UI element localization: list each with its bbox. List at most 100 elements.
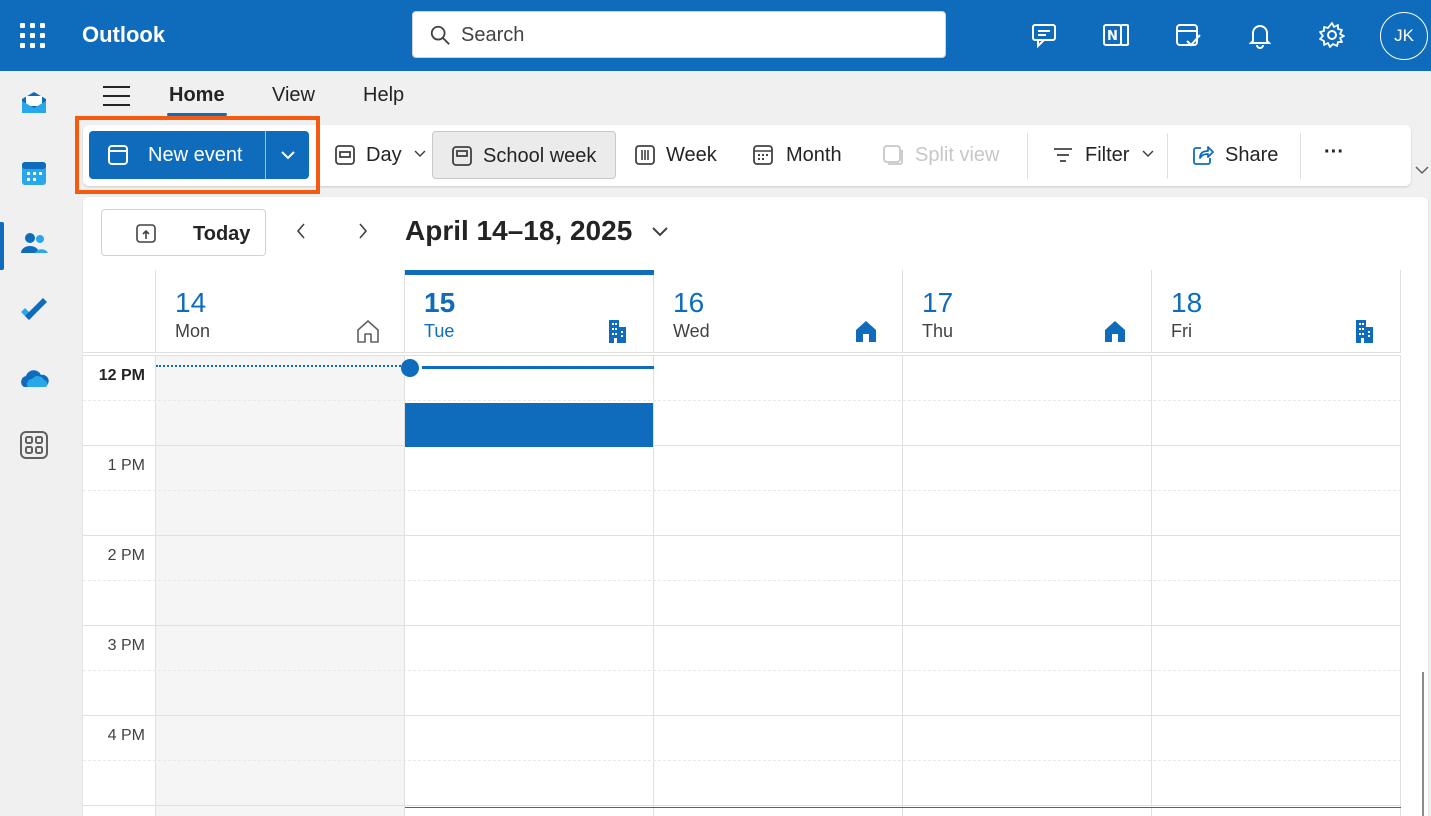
app-launcher-icon[interactable] bbox=[20, 23, 46, 49]
week-grid: 14 Mon 15 Tue 16 Wed 17 Thu 18 Fri 12 PM… bbox=[83, 270, 1401, 816]
apps-icon[interactable] bbox=[18, 429, 50, 461]
time-label: 3 PM bbox=[107, 637, 145, 654]
todo-icon[interactable] bbox=[18, 295, 50, 327]
chevron-left-icon[interactable] bbox=[293, 221, 309, 241]
day-name: Fri bbox=[1171, 321, 1192, 341]
month-view-icon bbox=[753, 145, 773, 165]
hour-line bbox=[83, 355, 1401, 356]
day-number: 17 bbox=[922, 287, 954, 318]
top-bar: Outlook Search N JK bbox=[0, 0, 1431, 71]
share-button[interactable]: Share bbox=[1180, 131, 1292, 179]
home-icon[interactable] bbox=[1102, 318, 1128, 344]
month-view-button[interactable]: Month bbox=[742, 131, 862, 179]
app-title[interactable]: Outlook bbox=[82, 22, 165, 48]
home-outline-icon[interactable] bbox=[355, 318, 381, 344]
day-header-mon[interactable]: 14 Mon bbox=[156, 270, 405, 353]
day-header-fri[interactable]: 18 Fri bbox=[1152, 270, 1401, 353]
chevron-down-icon[interactable] bbox=[651, 225, 669, 239]
day-column-mon[interactable] bbox=[156, 355, 405, 816]
home-icon[interactable] bbox=[853, 318, 879, 344]
share-icon bbox=[1193, 146, 1214, 165]
hour-line bbox=[83, 625, 1401, 626]
split-view-label: Split view bbox=[915, 144, 1000, 166]
my-day-icon[interactable] bbox=[1173, 20, 1203, 50]
day-column-wed[interactable] bbox=[654, 355, 903, 816]
day-view-label: Day bbox=[366, 144, 402, 166]
half-hour-line bbox=[83, 760, 1401, 761]
feedback-icon[interactable] bbox=[1029, 20, 1059, 50]
current-time-line bbox=[422, 366, 654, 369]
ribbon-divider bbox=[1300, 133, 1301, 179]
half-hour-line bbox=[83, 490, 1401, 491]
hour-line bbox=[83, 715, 1401, 716]
current-time-dot bbox=[401, 359, 419, 377]
calendar-panel: Today April 14–18, 2025 14 Mon 15 Tue 16… bbox=[83, 197, 1428, 816]
half-hour-line bbox=[83, 670, 1401, 671]
day-number: 15 bbox=[424, 287, 456, 318]
time-gutter bbox=[83, 355, 156, 816]
rail-selection-indicator bbox=[0, 222, 4, 270]
mail-icon[interactable] bbox=[18, 87, 50, 119]
filter-icon bbox=[1054, 148, 1072, 162]
day-column-fri[interactable] bbox=[1152, 355, 1401, 816]
split-view-button: Split view bbox=[870, 131, 1015, 179]
half-hour-line bbox=[83, 400, 1401, 401]
time-gutter-header bbox=[83, 270, 156, 353]
day-column-thu[interactable] bbox=[903, 355, 1152, 816]
time-label: 4 PM bbox=[107, 727, 145, 744]
time-label: 2 PM bbox=[107, 547, 145, 564]
day-number: 14 bbox=[175, 287, 207, 318]
hour-line bbox=[83, 805, 1401, 806]
day-name: Wed bbox=[673, 321, 710, 341]
onenote-icon[interactable]: N bbox=[1101, 20, 1131, 50]
tab-home[interactable]: Home bbox=[169, 84, 225, 107]
bell-icon[interactable] bbox=[1245, 20, 1275, 50]
avatar[interactable]: JK bbox=[1380, 12, 1428, 60]
grid-bottom-line bbox=[405, 807, 1401, 808]
tab-view[interactable]: View bbox=[272, 84, 315, 107]
day-view-icon bbox=[335, 145, 355, 165]
day-header-tue[interactable]: 15 Tue bbox=[405, 270, 654, 353]
day-name: Tue bbox=[424, 321, 455, 341]
school-week-button[interactable]: School week bbox=[432, 131, 616, 179]
more-options-button[interactable]: ··· bbox=[1316, 131, 1360, 179]
chevron-down-icon[interactable] bbox=[414, 149, 426, 159]
calendar-today-icon bbox=[136, 224, 156, 243]
hamburger-menu-icon[interactable] bbox=[103, 86, 131, 108]
today-label: Today bbox=[193, 223, 251, 245]
week-view-button[interactable]: Week bbox=[624, 131, 734, 179]
today-button[interactable]: Today bbox=[101, 209, 266, 256]
share-label: Share bbox=[1225, 144, 1279, 166]
gear-icon[interactable] bbox=[1317, 20, 1347, 50]
today-indicator-bar bbox=[405, 270, 654, 275]
search-input[interactable]: Search bbox=[412, 11, 946, 58]
office-building-icon[interactable] bbox=[1351, 318, 1377, 344]
tab-help[interactable]: Help bbox=[363, 84, 404, 107]
chevron-down-icon[interactable] bbox=[1142, 149, 1154, 159]
week-view-label: Week bbox=[666, 144, 717, 166]
search-icon bbox=[430, 25, 450, 45]
month-view-label: Month bbox=[786, 144, 842, 166]
day-header-wed[interactable]: 16 Wed bbox=[654, 270, 903, 353]
ribbon-expand-chevron-icon[interactable] bbox=[1414, 164, 1430, 176]
scrollbar[interactable] bbox=[1422, 672, 1424, 816]
onedrive-icon[interactable] bbox=[18, 363, 50, 395]
school-week-label: School week bbox=[483, 145, 597, 167]
office-building-icon[interactable] bbox=[604, 318, 630, 344]
calendar-event[interactable] bbox=[405, 403, 653, 447]
filter-button[interactable]: Filter bbox=[1040, 131, 1162, 179]
half-hour-line bbox=[83, 580, 1401, 581]
new-event-highlight bbox=[75, 116, 320, 194]
calendar-icon[interactable] bbox=[18, 157, 50, 189]
ribbon-divider bbox=[1027, 133, 1028, 179]
hour-line bbox=[83, 535, 1401, 536]
date-range-title[interactable]: April 14–18, 2025 bbox=[405, 215, 632, 247]
day-header-thu[interactable]: 17 Thu bbox=[903, 270, 1152, 353]
day-view-button[interactable]: Day bbox=[322, 131, 432, 179]
hour-line bbox=[83, 445, 1401, 446]
day-name: Mon bbox=[175, 321, 211, 341]
chevron-right-icon[interactable] bbox=[355, 221, 371, 241]
more-options-icon: ··· bbox=[1324, 141, 1344, 163]
people-icon[interactable] bbox=[18, 227, 50, 259]
filter-label: Filter bbox=[1085, 144, 1130, 166]
